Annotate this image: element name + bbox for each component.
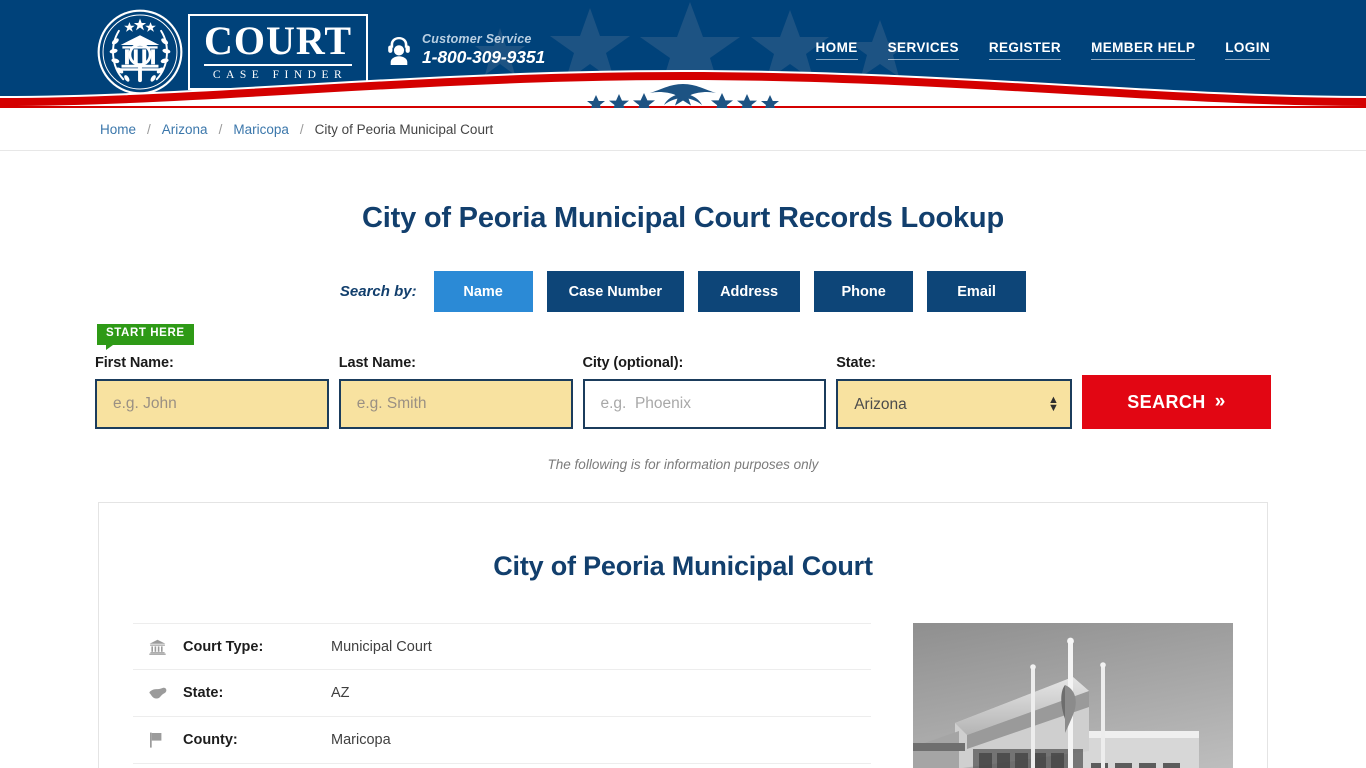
detail-label: County: (183, 732, 238, 748)
detail-value: Municipal Court (331, 638, 432, 655)
page-title: City of Peoria Municipal Court Records L… (362, 202, 1004, 234)
logo-subtitle: CASE FINDER (212, 69, 348, 82)
tab-phone[interactable]: Phone (814, 271, 914, 312)
detail-value: AZ (331, 685, 350, 701)
nav-item-home[interactable]: HOME (815, 40, 858, 60)
disclaimer-text: The following is for information purpose… (547, 457, 819, 472)
breadcrumb-separator: / (299, 121, 304, 137)
search-form-row: First Name: Last Name: City (optional): … (95, 324, 1271, 429)
breadcrumb-item-maricopa[interactable]: Maricopa (233, 122, 289, 137)
detail-label: State: (183, 685, 224, 701)
first-name-input[interactable] (95, 379, 329, 429)
table-row: Court Type: Municipal Court (133, 623, 871, 670)
breadcrumb-item-arizona[interactable]: Arizona (162, 122, 208, 137)
logo-word: COURT (204, 21, 353, 67)
courthouse-photo (913, 623, 1233, 768)
customer-service-label: Customer Service (422, 32, 532, 46)
flag-icon (149, 732, 183, 748)
tab-case-number[interactable]: Case Number (546, 271, 685, 312)
nav-item-services[interactable]: SERVICES (887, 40, 959, 60)
bank-building-icon (149, 639, 183, 655)
main-navigation: HOME SERVICES REGISTER MEMBER HELP LOGIN (815, 40, 1270, 60)
table-row: State: AZ (133, 670, 871, 717)
start-here-badge: START HERE (97, 324, 194, 349)
logo-wordmark: COURT CASE FINDER (188, 14, 369, 90)
breadcrumb-bar: Home / Arizona / Maricopa / City of Peor… (0, 108, 1366, 151)
customer-service-block[interactable]: Customer Service 1-800-309-9351 (385, 32, 545, 67)
last-name-label: Last Name: (338, 355, 416, 371)
city-input[interactable] (582, 379, 827, 429)
main-content: City of Peoria Municipal Court Records L… (0, 202, 1366, 768)
search-button[interactable]: SEARCH » (1081, 375, 1271, 429)
breadcrumb-separator: / (218, 121, 223, 137)
detail-value: Maricopa (331, 732, 391, 748)
breadcrumb-separator: / (147, 121, 151, 137)
nav-item-member-help[interactable]: MEMBER HELP (1091, 40, 1196, 60)
search-by-label: Search by: (339, 283, 417, 300)
customer-service-phone[interactable]: 1-800-309-9351 (422, 48, 545, 67)
state-field-group: State: ArizonaAlabamaAlaskaArkansasCalif… (836, 355, 1072, 429)
tab-email[interactable]: Email (927, 271, 1027, 312)
state-select[interactable]: ArizonaAlabamaAlaskaArkansasCalifornia (836, 379, 1072, 429)
site-logo[interactable]: COURT CASE FINDER (96, 8, 369, 96)
double-chevron-right-icon: » (1214, 391, 1226, 412)
search-button-label: SEARCH (1127, 391, 1206, 412)
breadcrumb-item-current: City of Peoria Municipal Court (314, 121, 494, 137)
court-emblem-icon (97, 9, 183, 95)
city-field-group: City (optional): (582, 355, 827, 429)
search-form: START HERE First Name: Last Name: City (… (95, 324, 1271, 429)
breadcrumb: Home / Arizona / Maricopa / City of Peor… (100, 122, 493, 137)
site-header: COURT CASE FINDER Customer Service 1-800… (0, 0, 1366, 108)
state-label: State: (836, 355, 876, 371)
headset-support-icon (388, 36, 410, 65)
city-label: City (optional): (582, 355, 684, 371)
last-name-input[interactable] (338, 379, 573, 429)
first-name-label: First Name: (95, 355, 174, 371)
detail-label: Court Type: (183, 638, 264, 655)
nav-item-login[interactable]: LOGIN (1225, 40, 1270, 60)
last-name-field-group: Last Name: (338, 355, 573, 429)
us-map-icon (149, 687, 183, 700)
court-card-body: Court Type: Municipal Court State: AZ Co… (99, 623, 1267, 768)
breadcrumb-item-home[interactable]: Home (100, 122, 136, 137)
first-name-field-group: First Name: (95, 355, 329, 429)
nav-item-register[interactable]: REGISTER (988, 40, 1062, 60)
court-info-card: City of Peoria Municipal Court Court Typ… (98, 502, 1268, 768)
court-name-title: City of Peoria Municipal Court (493, 551, 873, 581)
tab-address[interactable]: Address (698, 271, 801, 312)
court-details-table: Court Type: Municipal Court State: AZ Co… (133, 623, 871, 764)
search-by-tabs: Search by: Name Case Number Address Phon… (0, 271, 1366, 312)
tab-name[interactable]: Name (433, 271, 533, 312)
table-row: County: Maricopa (133, 717, 871, 764)
